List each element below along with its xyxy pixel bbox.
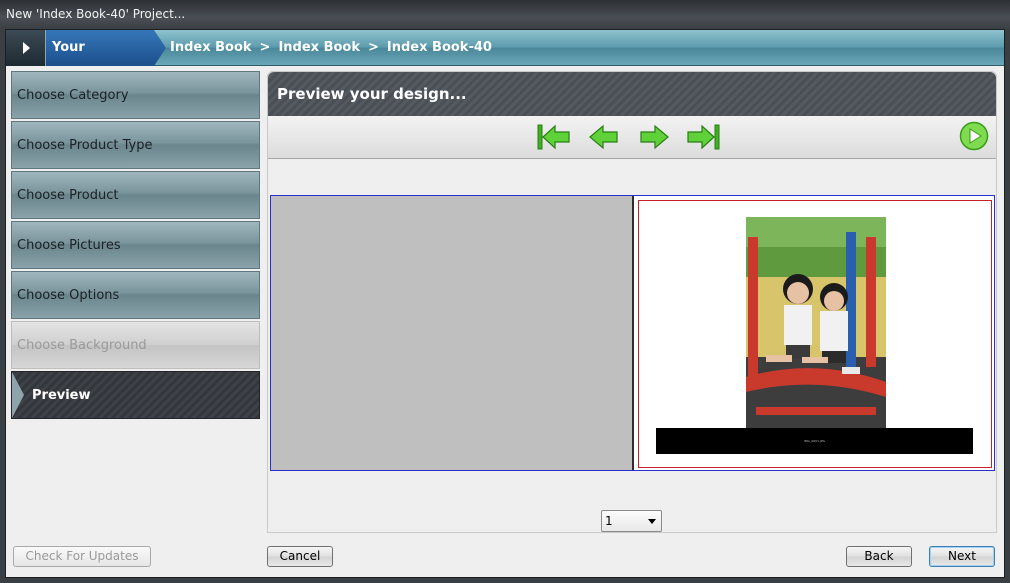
breadcrumb-item[interactable]: Index Book-40 (387, 40, 492, 55)
step-choose-product[interactable]: Choose Product (11, 171, 260, 219)
chevron-down-icon (648, 519, 656, 524)
next-button[interactable]: Next (929, 546, 995, 567)
breadcrumb: Your Selections: Index Book>Index Book>I… (6, 30, 1004, 66)
breadcrumb-separator: > (368, 40, 379, 55)
next-page-icon[interactable] (637, 122, 671, 152)
page-select-value: 1 (605, 514, 613, 528)
step-label: Choose Category (17, 88, 129, 103)
play-icon[interactable] (959, 121, 989, 151)
step-menu: Choose Category Choose Product Type Choo… (11, 71, 260, 421)
step-choose-pictures[interactable]: Choose Pictures (11, 221, 260, 269)
step-choose-background: Choose Background (11, 321, 260, 369)
cancel-button[interactable]: Cancel (267, 546, 333, 567)
breadcrumb-label: Your Selections: (46, 30, 166, 66)
play-arrow-icon (23, 42, 30, 54)
page-nav-toolbar (268, 116, 996, 159)
active-step-marker (12, 372, 24, 418)
breadcrumb-item[interactable]: Index Book (170, 40, 252, 55)
preview-photo (746, 217, 886, 428)
breadcrumb-items: Index Book > Index Book > Index Book-40 (170, 30, 498, 66)
breadcrumb-item[interactable]: Index Book (278, 40, 360, 55)
preview-panel: Preview your design... IMG_0001.JPG 1 (267, 71, 997, 533)
step-choose-product-type[interactable]: Choose Product Type (11, 121, 260, 169)
step-label: Choose Product Type (17, 138, 153, 153)
step-label: Choose Product (17, 188, 119, 203)
page-margin-guide: IMG_0001.JPG (638, 200, 992, 468)
caption-strip: IMG_0001.JPG (656, 428, 973, 454)
children-photo-image (746, 217, 886, 428)
project-window: Your Selections: Index Book>Index Book>I… (5, 29, 1005, 578)
check-for-updates-button[interactable]: Check For Updates (13, 546, 151, 567)
left-page (271, 196, 634, 470)
step-choose-category[interactable]: Choose Category (11, 71, 260, 119)
right-page: IMG_0001.JPG (636, 196, 994, 470)
back-button[interactable]: Back (846, 546, 912, 567)
window-title: New 'Index Book-40' Project... (6, 7, 186, 21)
book-spread-preview: IMG_0001.JPG (270, 195, 995, 471)
last-page-icon[interactable] (686, 122, 720, 152)
step-label: Choose Pictures (17, 238, 121, 253)
step-label: Choose Background (17, 338, 147, 353)
title-bar: New 'Index Book-40' Project... (0, 0, 1010, 29)
step-preview[interactable]: Preview (11, 371, 260, 419)
step-label: Choose Options (17, 288, 120, 303)
page-number-select[interactable]: 1 (601, 510, 662, 532)
breadcrumb-separator: > (259, 40, 271, 55)
photo-caption: IMG_0001.JPG (804, 439, 825, 443)
first-page-icon[interactable] (537, 122, 571, 152)
step-choose-options[interactable]: Choose Options (11, 271, 260, 319)
panel-title: Preview your design... (268, 72, 996, 116)
previous-page-icon[interactable] (587, 122, 621, 152)
step-label: Preview (32, 388, 91, 403)
breadcrumb-toggle-button[interactable] (6, 30, 46, 66)
